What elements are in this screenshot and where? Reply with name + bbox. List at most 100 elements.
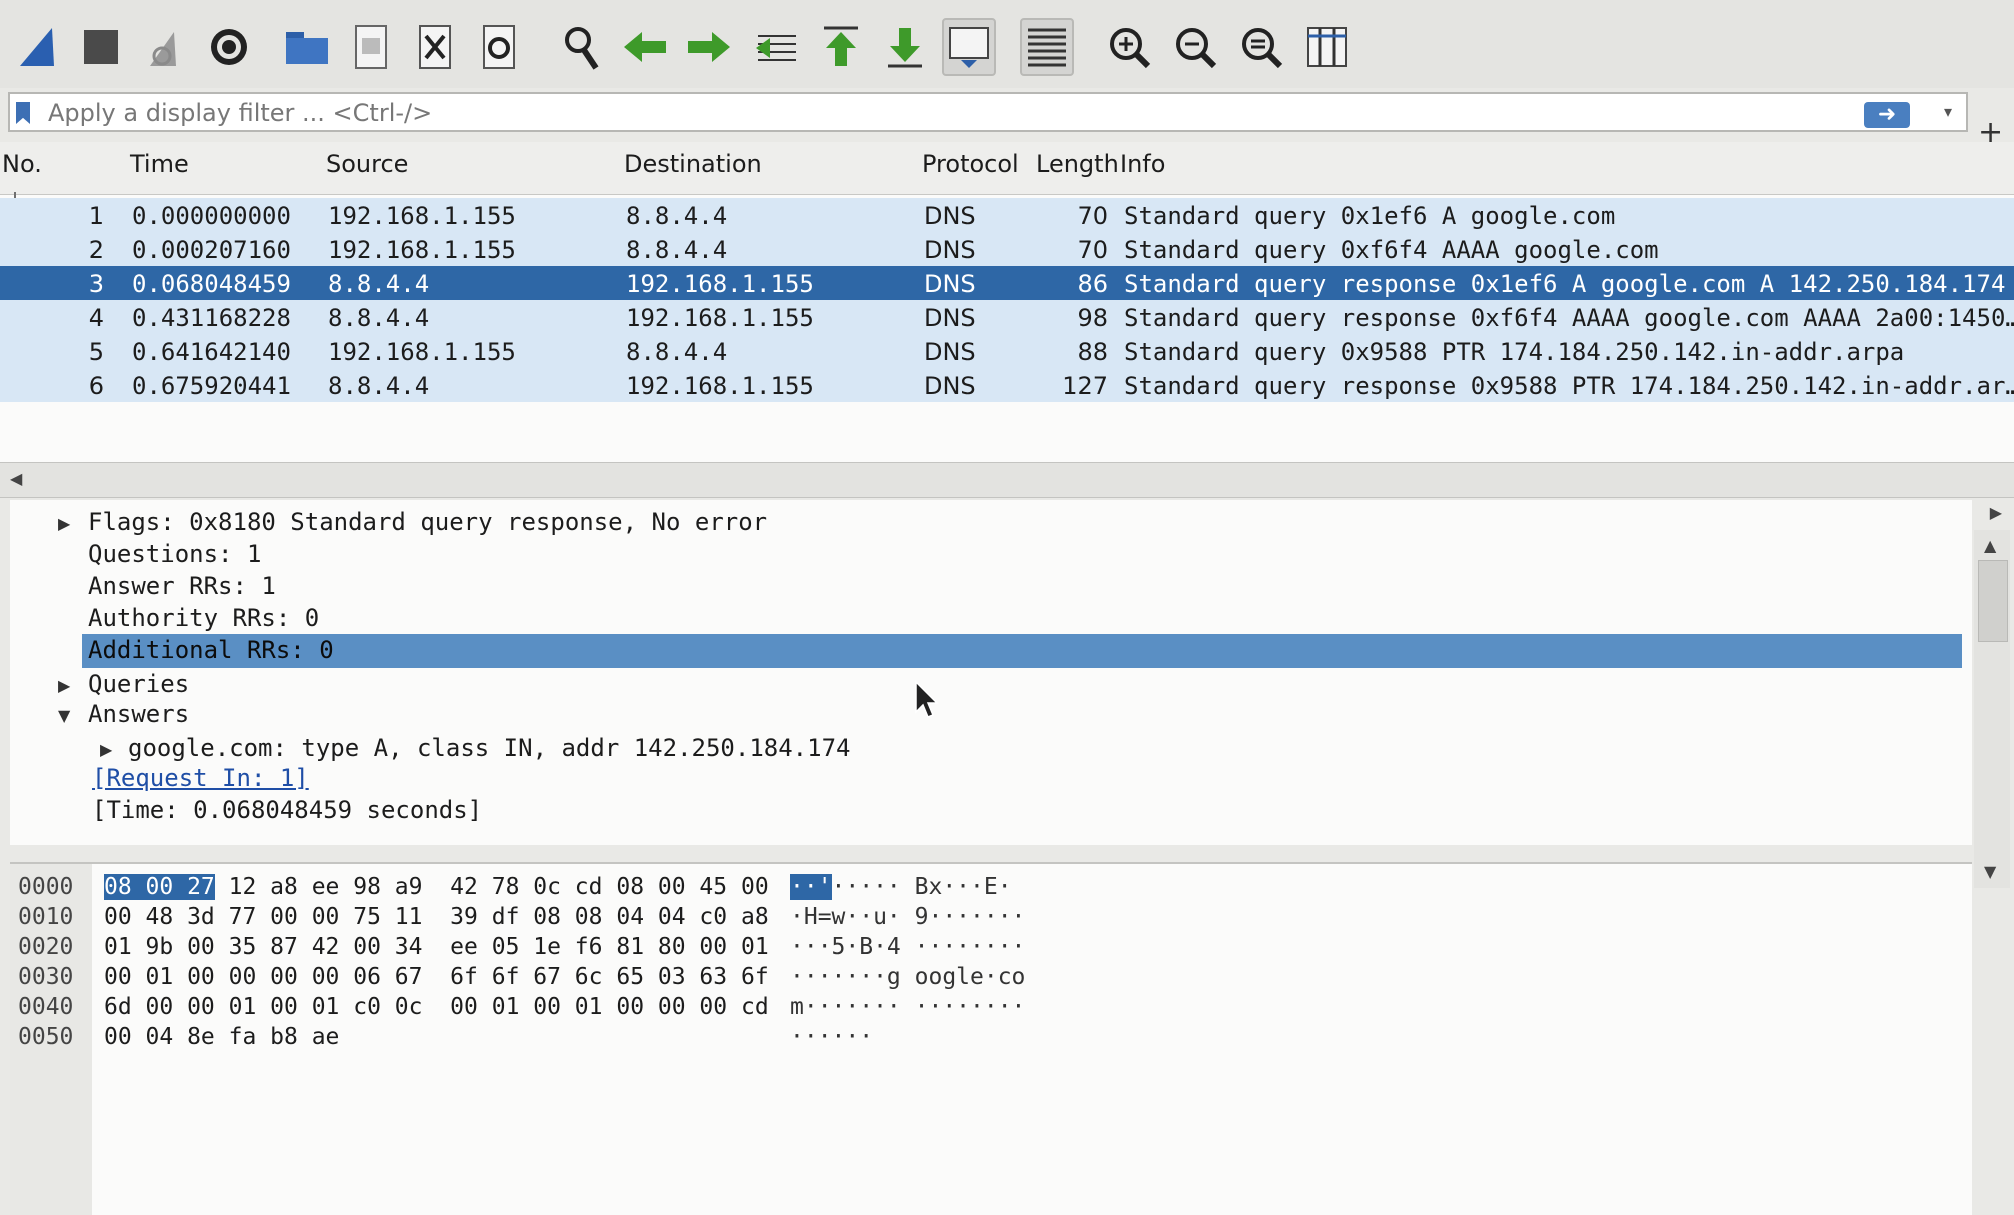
expand-caret-icon[interactable]: ▶	[58, 514, 70, 533]
display-filter-input[interactable]	[48, 98, 1868, 128]
detail-additional-rrs-row[interactable]: Additional RRs: 0	[82, 634, 1962, 668]
packet-time-cell: 0.000207160	[132, 236, 291, 264]
column-header-time[interactable]: Time	[130, 150, 189, 178]
packet-row[interactable]: 2 0.000207160 192.168.1.155 8.8.4.4 DNS 70 Sta…	[0, 232, 2014, 266]
colorize-icon[interactable]	[1020, 18, 1074, 76]
packet-protocol-cell: DNS	[924, 304, 976, 332]
packet-time-cell: 0.641642140	[132, 338, 291, 366]
packet-source-cell: 192.168.1.155	[328, 202, 516, 230]
packet-bytes-pane: 0000 08 00 27 12 a8 ee 98 a9 42 78 0c cd …	[10, 862, 1972, 1215]
column-header-destination[interactable]: Destination	[624, 150, 762, 178]
packet-info-cell: Standard query response 0x1ef6 A google.…	[1124, 270, 2006, 298]
zoom-out-icon[interactable]	[1168, 18, 1222, 76]
first-packet-icon[interactable]	[814, 18, 868, 76]
hex-bytes-text: 6d 00 00 01 00 01 c0 0c 00 01 00 01 00 0…	[104, 994, 769, 1020]
close-file-icon[interactable]	[408, 18, 462, 76]
column-header-protocol[interactable]: Protocol	[922, 150, 1019, 178]
mouse-cursor-icon	[915, 680, 939, 718]
packet-source-cell: 192.168.1.155	[328, 338, 516, 366]
request-in-link[interactable]: [Request In: 1]	[92, 764, 309, 792]
packet-length-cell: 86	[1077, 270, 1108, 298]
detail-answer-rrs[interactable]: Answer RRs: 1	[88, 572, 276, 600]
packet-no-cell: 6	[88, 372, 104, 400]
packet-length-cell: 98	[1077, 304, 1108, 332]
detail-questions[interactable]: Questions: 1	[88, 540, 261, 568]
restart-icon[interactable]	[138, 18, 192, 76]
ascii-bytes[interactable]: ···5·B·4 ········	[790, 934, 1025, 960]
hex-bytes-text: 00 48 3d 77 00 00 75 11 39 df 08 08 04 0…	[104, 904, 769, 930]
filter-history-dropdown-icon[interactable]: ▾	[1944, 102, 1952, 121]
column-header-info[interactable]: Info	[1120, 150, 1165, 178]
hex-bytes[interactable]: 00 04 8e fa b8 ae	[104, 1024, 339, 1050]
open-folder-icon[interactable]	[280, 18, 334, 76]
details-vertical-scrollbar[interactable]: ▲ ▼	[1974, 530, 2010, 888]
packet-protocol-cell: DNS	[924, 270, 976, 298]
expand-caret-icon[interactable]: ▶	[58, 676, 70, 695]
back-arrow-icon[interactable]	[618, 18, 672, 76]
detail-queries[interactable]: Queries	[88, 670, 189, 698]
ascii-bytes-text: ······	[790, 1024, 874, 1050]
reload-icon[interactable]	[472, 18, 526, 76]
column-header-source[interactable]: Source	[326, 150, 408, 178]
detail-answers[interactable]: Answers	[88, 700, 189, 728]
zoom-in-icon[interactable]	[1102, 18, 1156, 76]
column-header-no[interactable]: No.	[2, 150, 42, 178]
resize-columns-icon[interactable]	[1300, 18, 1354, 76]
shark-fin-icon[interactable]	[10, 18, 64, 76]
ascii-bytes[interactable]: ·······g oogle·co	[790, 964, 1025, 990]
scroll-down-arrow-icon[interactable]: ▼	[1984, 862, 1996, 881]
detail-flags[interactable]: Flags: 0x8180 Standard query response, N…	[88, 508, 767, 536]
save-file-icon[interactable]	[344, 18, 398, 76]
autoscroll-icon[interactable]	[942, 18, 996, 76]
packet-source-cell: 192.168.1.155	[328, 236, 516, 264]
hex-bytes[interactable]: 08 00 27 12 a8 ee 98 a9 42 78 0c cd 08 0…	[104, 874, 769, 900]
hex-bytes[interactable]: 00 01 00 00 00 00 06 67 6f 6f 67 6c 65 0…	[104, 964, 769, 990]
zoom-normal-icon[interactable]	[1234, 18, 1288, 76]
ascii-bytes[interactable]: ·H=w··u· 9·······	[790, 904, 1025, 930]
packet-row[interactable]: 5 0.641642140 192.168.1.155 8.8.4.4 DNS 88 Sta…	[0, 334, 2014, 368]
scroll-up-arrow-icon[interactable]: ▲	[1984, 536, 1996, 555]
packet-no-cell: 3	[88, 270, 104, 298]
detail-answer-entry[interactable]: google.com: type A, class IN, addr 142.2…	[128, 734, 850, 762]
scroll-right-arrow-icon[interactable]: ▶	[1990, 503, 2002, 522]
hex-bytes[interactable]: 00 48 3d 77 00 00 75 11 39 df 08 08 04 0…	[104, 904, 769, 930]
packet-list-horizontal-scrollbar[interactable]: ◀ ▶	[0, 462, 2014, 522]
packet-row[interactable]: 4 0.431168228 8.8.4.4 192.168.1.155 DNS 98 Sta…	[0, 300, 2014, 334]
packet-time-cell: 0.675920441	[132, 372, 291, 400]
bookmark-icon[interactable]	[16, 102, 30, 124]
packet-protocol-cell: DNS	[924, 236, 976, 264]
ascii-bytes[interactable]: m······· ········	[790, 994, 1025, 1020]
last-packet-icon[interactable]	[878, 18, 932, 76]
selected-bytes: 08 00 27	[104, 874, 215, 900]
apply-filter-arrow-icon[interactable]: ➜	[1864, 102, 1910, 128]
detail-time[interactable]: [Time: 0.068048459 seconds]	[92, 796, 482, 824]
packet-length-cell: 127	[1062, 372, 1108, 400]
column-header-length[interactable]: Length	[1036, 150, 1119, 178]
main-toolbar	[0, 0, 2014, 88]
hex-bytes[interactable]: 6d 00 00 01 00 01 c0 0c 00 01 00 01 00 0…	[104, 994, 769, 1020]
hex-bytes-text: 00 01 00 00 00 00 06 67 6f 6f 67 6c 65 0…	[104, 964, 769, 990]
options-gear-icon[interactable]	[202, 18, 256, 76]
packet-length-cell: 88	[1077, 338, 1108, 366]
scrollbar-thumb[interactable]	[1978, 560, 2008, 642]
scroll-left-arrow-icon[interactable]: ◀	[10, 469, 22, 488]
packet-list-header: No. Time Source Destination Protocol Len…	[0, 142, 2014, 195]
ascii-bytes[interactable]: ··'····· Bx···E·	[790, 874, 1012, 900]
packet-row[interactable]: 6 0.675920441 8.8.4.4 192.168.1.155 DNS 127 St…	[0, 368, 2014, 402]
hex-bytes-text: 00 04 8e fa b8 ae	[104, 1024, 340, 1050]
stop-icon[interactable]	[74, 18, 128, 76]
ascii-bytes[interactable]: ······	[790, 1024, 873, 1050]
expand-caret-icon[interactable]: ▶	[100, 740, 112, 759]
packet-destination-cell: 8.8.4.4	[626, 338, 728, 366]
goto-packet-icon[interactable]	[750, 18, 804, 76]
find-icon[interactable]	[554, 18, 608, 76]
byte-offset: 0010	[18, 904, 74, 930]
packet-protocol-cell: DNS	[924, 338, 976, 366]
detail-authority-rrs[interactable]: Authority RRs: 0	[88, 604, 319, 632]
hex-bytes[interactable]: 01 9b 00 35 87 42 00 34 ee 05 1e f6 81 8…	[104, 934, 769, 960]
detail-additional-rrs: Additional RRs: 0	[88, 636, 334, 664]
packet-row[interactable]: 1 0.000000000 192.168.1.155 8.8.4.4 DNS 70 Sta…	[0, 198, 2014, 232]
forward-arrow-icon[interactable]	[682, 18, 736, 76]
collapse-caret-icon[interactable]: ▼	[58, 706, 70, 725]
packet-row[interactable]: 3 0.068048459 8.8.4.4 192.168.1.155 DNS 86 Sta…	[0, 266, 2014, 300]
